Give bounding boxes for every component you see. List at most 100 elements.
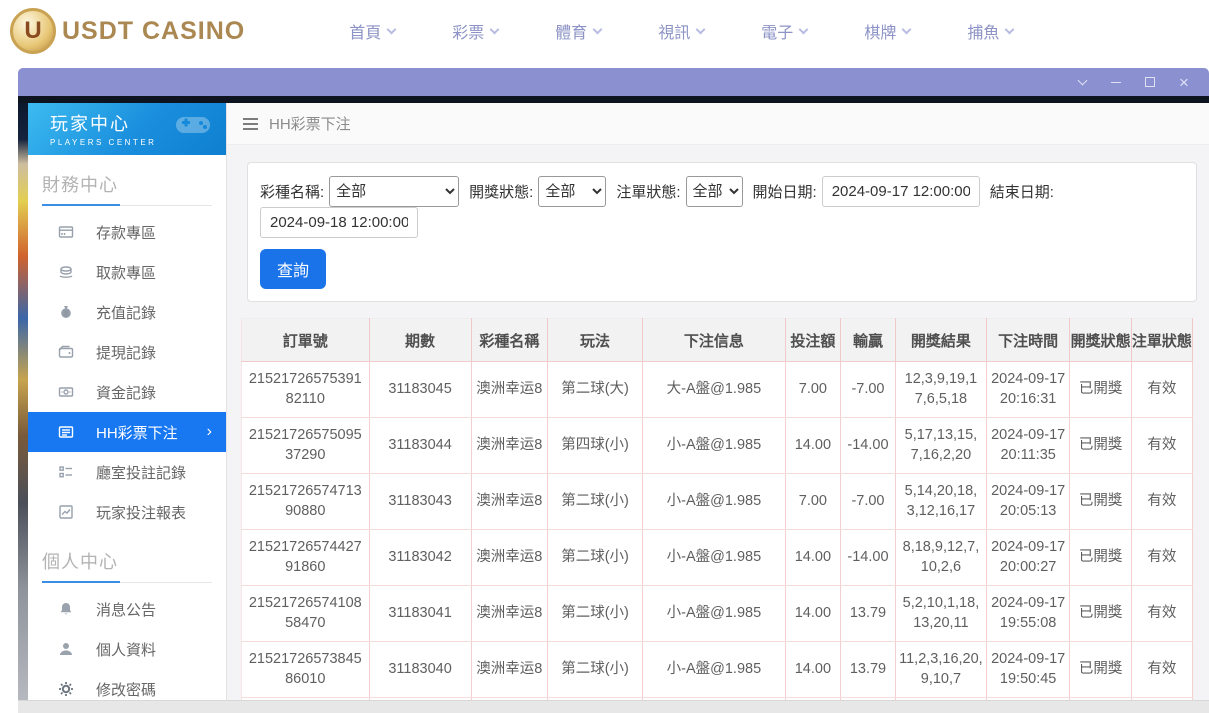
cell-bet-amount: 7.00 <box>785 474 840 530</box>
cell-bet-time: 2024-09-17 20:16:31 <box>986 362 1070 418</box>
cell-order-status: 有效 <box>1131 418 1192 474</box>
sidebar-item-announcements[interactable]: 消息公告 <box>28 589 226 629</box>
background-image-strip <box>18 96 1209 103</box>
col-draw-status: 開獎狀態 <box>1070 319 1131 362</box>
cell-draw-status: 已開獎 <box>1070 418 1131 474</box>
sidebar-item-funds-record[interactable]: 資金記錄 <box>28 372 226 412</box>
table-row: 2152172657509537290 31183044 澳洲幸运8 第四球(小… <box>242 418 1193 474</box>
cell-order-number: 2152172657442791860 <box>242 530 370 586</box>
sidebar-item-label: 取款專區 <box>96 262 156 283</box>
nav-label: 彩票 <box>452 19 484 43</box>
col-bet-time: 下注時間 <box>986 319 1070 362</box>
cell-play-type: 第二球(小) <box>548 530 643 586</box>
cell-lottery-name: 澳洲幸运8 <box>471 362 548 418</box>
col-order-status: 注單狀態 <box>1131 319 1192 362</box>
cell-draw-status: 已開獎 <box>1070 362 1131 418</box>
window-minimize-button[interactable] <box>1105 72 1127 92</box>
cell-win-loss: -7.00 <box>840 362 895 418</box>
nav-label: 視訊 <box>658 19 690 43</box>
menu-icon[interactable] <box>243 118 258 130</box>
chevron-down-icon <box>902 24 912 34</box>
cell-order-status: 有效 <box>1131 474 1192 530</box>
nav-item-sports[interactable]: 體育 <box>551 11 605 51</box>
draw-status-select[interactable]: 全部 <box>538 176 606 207</box>
window-maximize-button[interactable] <box>1139 72 1161 92</box>
sidebar-item-profile[interactable]: 個人資料 <box>28 629 226 669</box>
nav-item-lottery[interactable]: 彩票 <box>448 11 502 51</box>
nav-label: 電子 <box>761 19 793 43</box>
lottery-bet-icon <box>58 424 74 440</box>
sidebar-item-label: 修改密碼 <box>96 679 156 700</box>
nav-item-chess[interactable]: 棋牌 <box>860 11 914 51</box>
sidebar-item-label: 提現記錄 <box>96 342 156 363</box>
chevron-down-icon <box>593 24 603 34</box>
cell-bet-amount: 14.00 <box>785 642 840 698</box>
cell-draw-status: 已開獎 <box>1070 642 1131 698</box>
start-date-label: 開始日期: <box>753 181 817 202</box>
cell-period: 31183043 <box>369 474 471 530</box>
horizontal-scrollbar[interactable] <box>18 700 1209 713</box>
table-header-row: 訂單號 期數 彩種名稱 玩法 下注信息 投注額 輸贏 開獎結果 下注時間 開獎狀… <box>242 319 1193 362</box>
breadcrumb: HH彩票下注 <box>227 103 1209 145</box>
col-bet-info: 下注信息 <box>642 319 785 362</box>
sidebar-item-recharge-record[interactable]: $ 充值記錄 <box>28 292 226 332</box>
nav-item-electronic[interactable]: 電子 <box>757 11 811 51</box>
brand-logo[interactable]: U USDT CASINO <box>10 8 245 54</box>
cell-draw-status: 已開獎 <box>1070 530 1131 586</box>
end-date-label: 結束日期: <box>990 181 1054 202</box>
window-collapse-button[interactable] <box>1071 72 1093 92</box>
sidebar-item-deposit[interactable]: 存款專區 <box>28 212 226 252</box>
order-status-label: 注單狀態: <box>616 181 680 202</box>
cell-bet-time: 2024-09-17 19:55:08 <box>986 586 1070 642</box>
start-date-input[interactable] <box>822 176 980 207</box>
cell-draw-result: 5,17,13,15,7,16,2,20 <box>896 418 987 474</box>
cell-lottery-name: 澳洲幸运8 <box>471 474 548 530</box>
sidebar-item-hh-lottery-bet[interactable]: HH彩票下注 › <box>28 412 226 452</box>
chevron-down-icon <box>1005 24 1015 34</box>
chevron-down-icon <box>799 24 809 34</box>
user-icon <box>58 641 74 657</box>
col-win-loss: 輸贏 <box>840 319 895 362</box>
window-body: 玩家中心 PLAYERS CENTER 財務中心 存款專區 取款專區 <box>18 96 1209 713</box>
sidebar-item-withdrawal-record[interactable]: 提現記錄 <box>28 332 226 372</box>
cell-bet-info: 小-A盤@1.985 <box>642 530 785 586</box>
player-bet-report-icon <box>58 504 74 520</box>
sidebar-item-player-bet-report[interactable]: 玩家投注報表 <box>28 492 226 532</box>
table-row: 2152172657410858470 31183041 澳洲幸运8 第二球(小… <box>242 586 1193 642</box>
order-status-select[interactable]: 全部 <box>686 176 743 207</box>
cell-draw-status: 已開獎 <box>1070 474 1131 530</box>
nav-item-fishing[interactable]: 捕魚 <box>963 11 1017 51</box>
cell-win-loss: 13.79 <box>840 586 895 642</box>
sidebar-item-label: 個人資料 <box>96 639 156 660</box>
sidebar-item-withdraw[interactable]: 取款專區 <box>28 252 226 292</box>
nav-item-home[interactable]: 首頁 <box>345 11 399 51</box>
cell-lottery-name: 澳洲幸运8 <box>471 642 548 698</box>
cell-bet-amount: 14.00 <box>785 586 840 642</box>
main-panel: HH彩票下注 彩種名稱: 全部 開獎狀態: 全部 注單狀態: 全部 開始日期: … <box>227 103 1209 713</box>
chevron-down-icon <box>387 24 397 34</box>
cell-lottery-name: 澳洲幸运8 <box>471 418 548 474</box>
end-date-input[interactable] <box>260 207 418 238</box>
close-icon: × <box>1179 74 1189 91</box>
table-row: 2152172657471390880 31183043 澳洲幸运8 第二球(小… <box>242 474 1193 530</box>
nav-item-video[interactable]: 視訊 <box>654 11 708 51</box>
cell-order-number: 2152172657509537290 <box>242 418 370 474</box>
window-titlebar[interactable]: × <box>18 68 1209 96</box>
gamepad-icon <box>174 111 212 137</box>
sidebar-section-personal: 個人中心 <box>42 548 212 583</box>
cell-order-number: 2152172657539182110 <box>242 362 370 418</box>
search-button[interactable]: 查詢 <box>260 249 326 289</box>
section-label: 財務中心 <box>42 175 118 195</box>
cell-bet-info: 小-A盤@1.985 <box>642 586 785 642</box>
sidebar-item-label: 充值記錄 <box>96 302 156 323</box>
site-topbar: U USDT CASINO 首頁 彩票 體育 視訊 電子 棋牌 捕魚 <box>0 0 1209 62</box>
cell-draw-result: 11,2,3,16,20,9,10,7 <box>896 642 987 698</box>
window-close-button[interactable]: × <box>1173 72 1195 92</box>
page-title: HH彩票下注 <box>269 113 351 134</box>
col-play-type: 玩法 <box>548 319 643 362</box>
sidebar: 玩家中心 PLAYERS CENTER 財務中心 存款專區 取款專區 <box>28 103 227 713</box>
sidebar-item-room-bet-record[interactable]: 廳室投註記錄 <box>28 452 226 492</box>
cell-draw-result: 8,18,9,12,7,10,2,6 <box>896 530 987 586</box>
lottery-name-select[interactable]: 全部 <box>329 176 459 207</box>
col-bet-amount: 投注額 <box>785 319 840 362</box>
